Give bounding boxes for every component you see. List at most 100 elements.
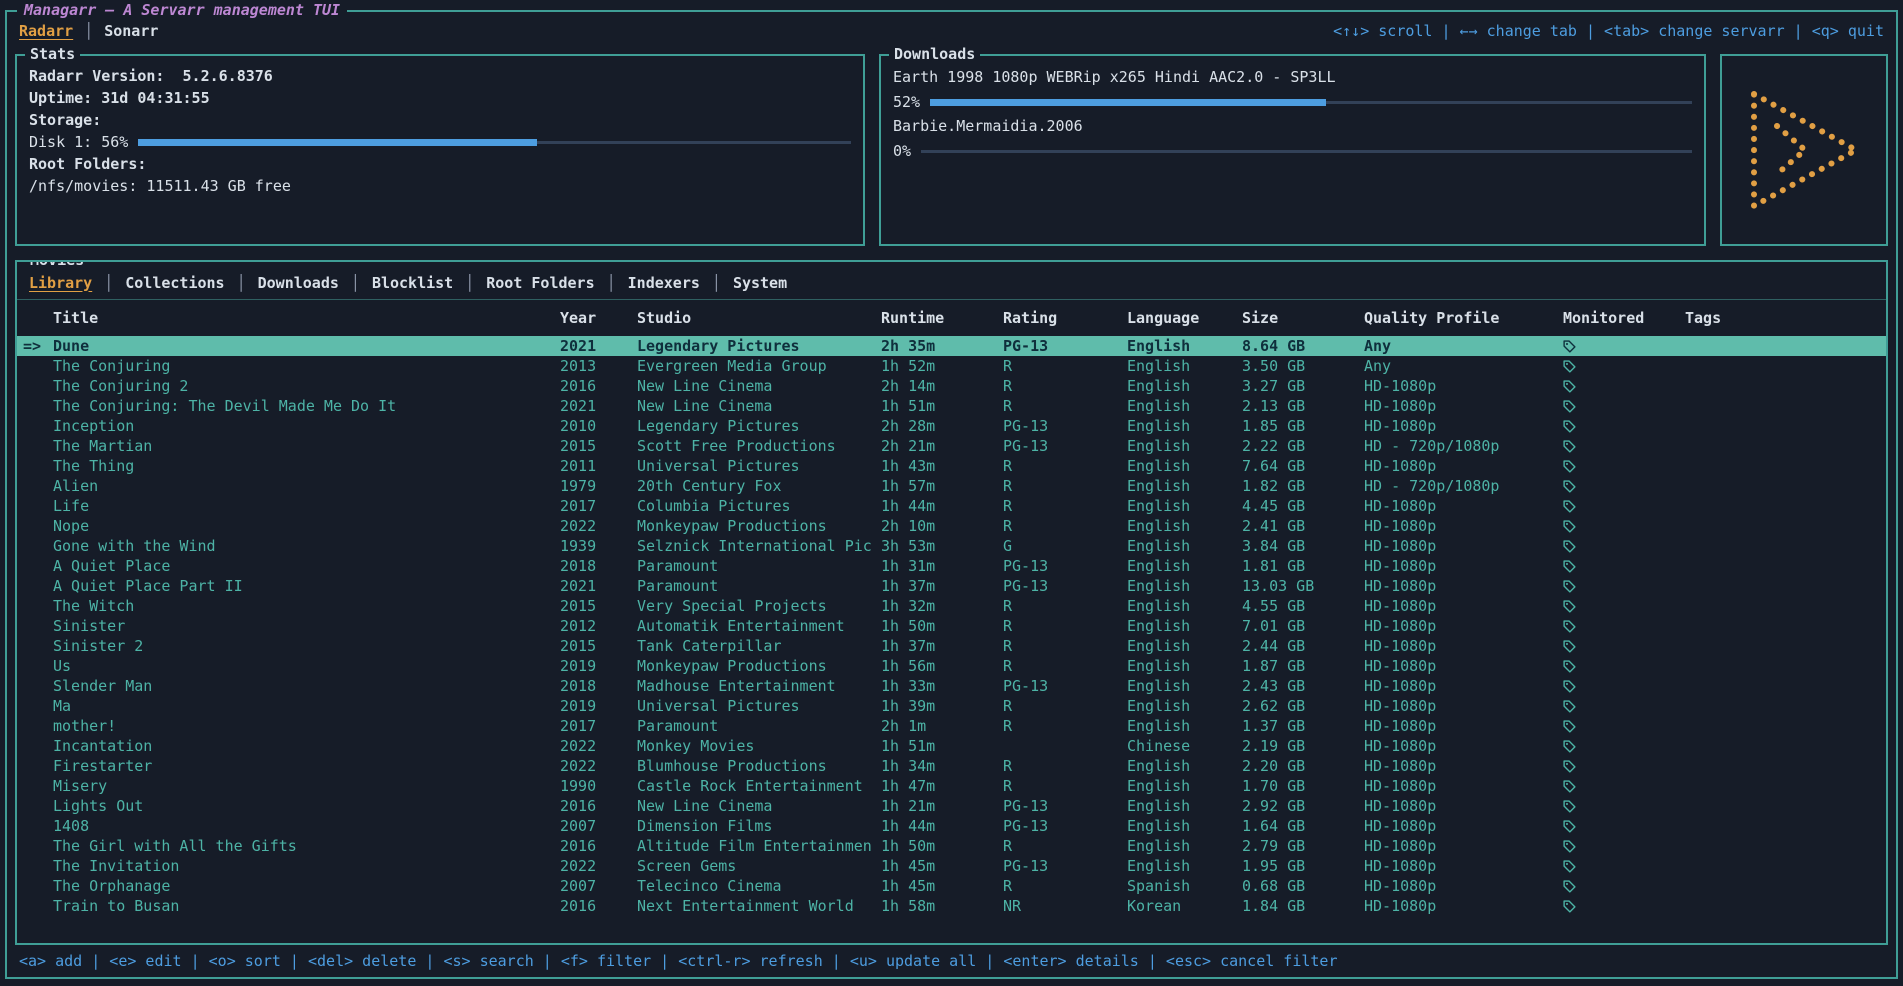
movie-year-cell: 2016 [560, 837, 637, 855]
movie-title-cell: Life [53, 497, 560, 515]
column-header-title: Title [53, 309, 560, 327]
movie-runtime-cell: 1h 47m [881, 777, 1003, 795]
movie-quality-cell: HD - 720p/1080p [1364, 477, 1563, 495]
movie-studio-cell: Universal Pictures [637, 457, 881, 475]
movie-year-cell: 2011 [560, 457, 637, 475]
column-header-monitored: Monitored [1563, 309, 1685, 327]
movie-studio-cell: Selznick International Pic [637, 537, 881, 555]
movie-year-cell: 2021 [560, 397, 637, 415]
movie-language-cell: English [1127, 377, 1242, 395]
download-percent: 0% [893, 139, 911, 163]
movie-quality-cell: HD-1080p [1364, 877, 1563, 895]
movie-rating-cell: PG-13 [1003, 417, 1127, 435]
movie-language-cell: Spanish [1127, 877, 1242, 895]
movie-studio-cell: New Line Cinema [637, 797, 881, 815]
movie-size-cell: 3.84 GB [1242, 537, 1364, 555]
movie-rating-cell: PG-13 [1003, 557, 1127, 575]
movie-language-cell: English [1127, 397, 1242, 415]
column-header-language: Language [1127, 309, 1242, 327]
movie-runtime-cell: 1h 51m [881, 737, 1003, 755]
movies-tab-root-folders[interactable]: Root Folders [486, 274, 594, 292]
movie-language-cell: English [1127, 437, 1242, 455]
column-header-size: Size [1242, 309, 1364, 327]
radarr-version-line: Radarr Version: 5.2.6.8376 [29, 65, 851, 87]
movie-title-cell: Incantation [53, 737, 560, 755]
bottom-help-bar: <a> add | <e> edit | <o> sort | <del> de… [7, 945, 1896, 977]
servarr-tab-radarr[interactable]: Radarr [19, 22, 73, 40]
disk-usage-bar [138, 139, 851, 146]
movie-language-cell: Korean [1127, 897, 1242, 915]
movie-year-cell: 2010 [560, 417, 637, 435]
movie-rating-cell: PG-13 [1003, 797, 1127, 815]
table-row[interactable]: Train to Busan 2016 Next Entertainment W… [17, 896, 1886, 916]
column-header-year: Year [560, 309, 637, 327]
movie-year-cell: 2015 [560, 437, 637, 455]
stats-panel: Stats Radarr Version: 5.2.6.8376 Uptime:… [15, 54, 865, 246]
movie-language-cell: English [1127, 817, 1242, 835]
movie-size-cell: 1.84 GB [1242, 897, 1364, 915]
movies-panel-title: Movies [25, 260, 89, 270]
movie-title-cell: The Girl with All the Gifts [53, 837, 560, 855]
movie-quality-cell: HD-1080p [1364, 857, 1563, 875]
movie-year-cell: 1939 [560, 537, 637, 555]
movie-size-cell: 1.82 GB [1242, 477, 1364, 495]
movie-title-cell: mother! [53, 717, 560, 735]
tab-separator: │ [351, 274, 360, 292]
download-progress-bar [930, 99, 1692, 106]
movie-runtime-cell: 2h 10m [881, 517, 1003, 535]
movie-language-cell: English [1127, 697, 1242, 715]
movie-quality-cell: HD-1080p [1364, 457, 1563, 475]
movie-studio-cell: Screen Gems [637, 857, 881, 875]
movie-runtime-cell: 2h 14m [881, 377, 1003, 395]
app-frame: Managarr — A Servarr management TUI Rada… [5, 10, 1898, 979]
movie-rating-cell: R [1003, 617, 1127, 635]
movie-runtime-cell: 1h 37m [881, 637, 1003, 655]
movie-title-cell: The Conjuring [53, 357, 560, 375]
movie-title-cell: Firestarter [53, 757, 560, 775]
movie-rating-cell: R [1003, 717, 1127, 735]
movie-studio-cell: Monkeypaw Productions [637, 657, 881, 675]
movies-tab-collections[interactable]: Collections [125, 274, 224, 292]
movie-studio-cell: 20th Century Fox [637, 477, 881, 495]
movies-tab-system[interactable]: System [733, 274, 787, 292]
uptime-line: Uptime: 31d 04:31:55 [29, 87, 851, 109]
movie-quality-cell: HD-1080p [1364, 897, 1563, 915]
servarr-tab-sonarr[interactable]: Sonarr [104, 22, 158, 40]
disk-usage-label: Disk 1: 56% [29, 131, 128, 153]
movies-tab-library[interactable]: Library [29, 274, 92, 292]
download-name: Earth 1998 1080p WEBRip x265 Hindi AAC2.… [893, 65, 1692, 90]
movie-quality-cell: HD-1080p [1364, 737, 1563, 755]
selected-row-marker: => [17, 337, 53, 355]
tab-separator: │ [607, 274, 616, 292]
movie-title-cell: Misery [53, 777, 560, 795]
movie-rating-cell: R [1003, 777, 1127, 795]
movie-language-cell: English [1127, 757, 1242, 775]
movie-studio-cell: Universal Pictures [637, 697, 881, 715]
movie-size-cell: 2.62 GB [1242, 697, 1364, 715]
movie-studio-cell: Legendary Pictures [637, 417, 881, 435]
movie-title-cell: The Invitation [53, 857, 560, 875]
download-progress-fill [930, 99, 1326, 106]
movie-runtime-cell: 1h 50m [881, 837, 1003, 855]
movies-tab-blocklist[interactable]: Blocklist [372, 274, 453, 292]
movie-year-cell: 2016 [560, 377, 637, 395]
movie-studio-cell: Tank Caterpillar [637, 637, 881, 655]
movie-language-cell: English [1127, 777, 1242, 795]
tab-separator: │ [84, 22, 93, 40]
movie-quality-cell: HD-1080p [1364, 397, 1563, 415]
movie-size-cell: 2.44 GB [1242, 637, 1364, 655]
movie-quality-cell: HD-1080p [1364, 617, 1563, 635]
downloads-panel: Downloads Earth 1998 1080p WEBRip x265 H… [879, 54, 1706, 246]
movies-tab-indexers[interactable]: Indexers [628, 274, 700, 292]
movie-size-cell: 4.45 GB [1242, 497, 1364, 515]
movies-tab-downloads[interactable]: Downloads [258, 274, 339, 292]
movie-runtime-cell: 1h 44m [881, 817, 1003, 835]
movie-studio-cell: Castle Rock Entertainment [637, 777, 881, 795]
movie-rating-cell: R [1003, 517, 1127, 535]
movie-language-cell: English [1127, 517, 1242, 535]
movie-studio-cell: Automatik Entertainment [637, 617, 881, 635]
disk-usage-line: Disk 1: 56% [29, 131, 851, 153]
movie-year-cell: 2015 [560, 637, 637, 655]
movie-studio-cell: Evergreen Media Group [637, 357, 881, 375]
column-header-rating: Rating [1003, 309, 1127, 327]
